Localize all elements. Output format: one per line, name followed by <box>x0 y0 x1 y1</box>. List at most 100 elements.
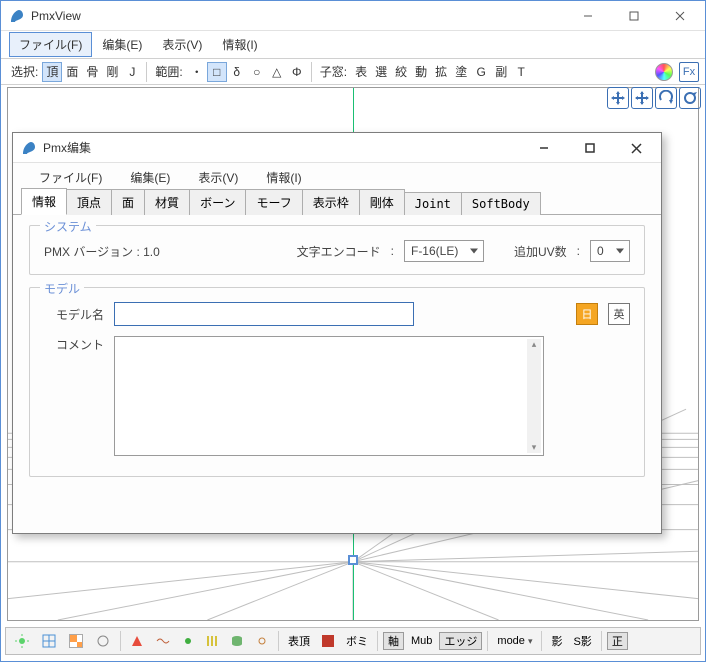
separator <box>311 62 312 82</box>
red-square-icon[interactable] <box>317 631 339 651</box>
wave-icon[interactable] <box>151 631 175 651</box>
lang-en-button[interactable]: 英 <box>608 303 630 325</box>
tab-rigid[interactable]: 剛体 <box>359 189 405 215</box>
tab-vertex[interactable]: 頂点 <box>66 189 112 215</box>
range-delta-button[interactable]: δ <box>227 62 247 82</box>
range-box-button[interactable]: □ <box>207 62 227 82</box>
range-phi-button[interactable]: Φ <box>287 62 307 82</box>
mode-dropdown[interactable]: mode <box>493 635 536 647</box>
separator <box>120 631 121 651</box>
gizmo-rotate-icon[interactable] <box>679 87 701 109</box>
menu-info[interactable]: 情報(I) <box>212 32 267 57</box>
comment-label: コメント <box>44 336 104 353</box>
child-7-button[interactable]: 副 <box>491 62 511 82</box>
tab-face[interactable]: 面 <box>111 189 145 215</box>
maximize-button[interactable] <box>611 1 657 31</box>
mub-button[interactable]: Mub <box>407 635 436 647</box>
tab-joint[interactable]: Joint <box>404 192 462 215</box>
model-legend: モデル <box>40 280 84 297</box>
uv-select[interactable]: 0 <box>590 240 630 262</box>
wire-icon[interactable] <box>37 631 61 651</box>
bars-yellow-icon[interactable] <box>201 631 223 651</box>
window-buttons <box>565 1 703 30</box>
dialog-menu-info[interactable]: 情報(I) <box>252 165 315 190</box>
select-label: 选択: <box>7 63 42 80</box>
gizmo-orbit-icon[interactable] <box>655 87 677 109</box>
tri-red-icon[interactable] <box>126 631 148 651</box>
tab-morph[interactable]: モーフ <box>245 189 302 215</box>
sel-face-button[interactable]: 面 <box>62 62 82 82</box>
separator <box>541 631 542 651</box>
dialog-menu-file[interactable]: ファイル(F) <box>25 165 116 190</box>
checker-icon[interactable] <box>64 631 88 651</box>
db-icon[interactable] <box>226 631 248 651</box>
ortho-button[interactable]: 正 <box>607 632 628 650</box>
child-2-button[interactable]: 絞 <box>391 62 411 82</box>
axis-button[interactable]: 軸 <box>383 632 404 650</box>
dialog-minimize-button[interactable] <box>521 133 567 163</box>
lang-jp-button[interactable]: 日 <box>576 303 598 325</box>
sel-rigid-button[interactable]: 剛 <box>102 62 122 82</box>
separator <box>487 631 488 651</box>
origin-handle[interactable] <box>348 555 358 565</box>
child-1-button[interactable]: 選 <box>371 62 391 82</box>
child-4-button[interactable]: 拡 <box>431 62 451 82</box>
bottom-toolbar: 表頂 ボミ 軸 Mub エッジ mode 影 S影 正 <box>5 627 701 655</box>
range-tri-button[interactable]: △ <box>267 62 287 82</box>
child-8-button[interactable]: T <box>511 62 531 82</box>
dialog-window-buttons <box>521 133 659 162</box>
tab-material[interactable]: 材質 <box>144 189 190 215</box>
tab-body-info: システム PMX バージョン : 1.0 文字エンコード: F-16(LE) 追… <box>13 215 661 499</box>
circle-icon[interactable] <box>91 631 115 651</box>
tab-info[interactable]: 情報 <box>21 188 67 215</box>
fx-button[interactable]: Fx <box>679 62 699 82</box>
gizmo-move-icon[interactable] <box>607 87 629 109</box>
child-6-button[interactable]: G <box>471 62 491 82</box>
separator <box>278 631 279 651</box>
tab-display[interactable]: 表示枠 <box>302 189 360 215</box>
close-button[interactable] <box>657 1 703 31</box>
sel-bone-button[interactable]: 骨 <box>82 62 102 82</box>
model-name-input[interactable] <box>114 302 414 326</box>
link-icon[interactable] <box>251 631 273 651</box>
uv-label: 追加UV数 <box>514 243 567 260</box>
dialog-menubar: ファイル(F) 编集(E) 表示(V) 情報(I) <box>13 163 661 191</box>
scrollbar[interactable] <box>527 339 541 453</box>
dialog-title: Pmx编集 <box>43 139 521 156</box>
range-circle-button[interactable]: ○ <box>247 62 267 82</box>
sshadow-button[interactable]: S影 <box>569 633 595 649</box>
sel-joint-button[interactable]: J <box>122 62 142 82</box>
menu-view[interactable]: 表示(V) <box>152 32 212 57</box>
surface-button[interactable]: 表頂 <box>284 633 314 649</box>
dialog-menu-view[interactable]: 表示(V) <box>184 165 252 190</box>
bomi-button[interactable]: ボミ <box>342 633 372 649</box>
range-label: 範囲: <box>151 63 186 80</box>
dot-green-icon[interactable] <box>178 631 198 651</box>
model-name-label: モデル名 <box>44 306 104 323</box>
minimize-button[interactable] <box>565 1 611 31</box>
shadow-button[interactable]: 影 <box>547 633 566 649</box>
sun-icon[interactable] <box>10 631 34 651</box>
range-dot-button[interactable]: ・ <box>187 62 207 82</box>
main-titlebar: PmxView <box>1 1 705 31</box>
version-label: PMX バージョン : 1.0 <box>44 243 160 260</box>
dialog-close-button[interactable] <box>613 133 659 163</box>
pmx-edit-dialog: Pmx编集 ファイル(F) 编集(E) 表示(V) 情報(I) 情報 頂点 面 … <box>12 132 662 534</box>
sel-vertex-button[interactable]: 頂 <box>42 62 62 82</box>
child-5-button[interactable]: 塗 <box>451 62 471 82</box>
app-icon <box>9 8 25 24</box>
tab-softbody[interactable]: SoftBody <box>461 192 541 215</box>
child-3-button[interactable]: 動 <box>411 62 431 82</box>
comment-textarea[interactable] <box>114 336 544 456</box>
main-title: PmxView <box>31 9 565 23</box>
edge-button[interactable]: エッジ <box>439 632 482 650</box>
colorwheel-icon[interactable] <box>655 63 673 81</box>
gizmo-pan-icon[interactable] <box>631 87 653 109</box>
dialog-maximize-button[interactable] <box>567 133 613 163</box>
menu-file[interactable]: ファイル(F) <box>9 32 92 57</box>
tab-bone[interactable]: ボーン <box>189 189 246 215</box>
menu-edit[interactable]: 编集(E) <box>92 32 152 57</box>
dialog-menu-edit[interactable]: 编集(E) <box>116 165 184 190</box>
encoding-select[interactable]: F-16(LE) <box>404 240 484 262</box>
child-0-button[interactable]: 表 <box>351 62 371 82</box>
